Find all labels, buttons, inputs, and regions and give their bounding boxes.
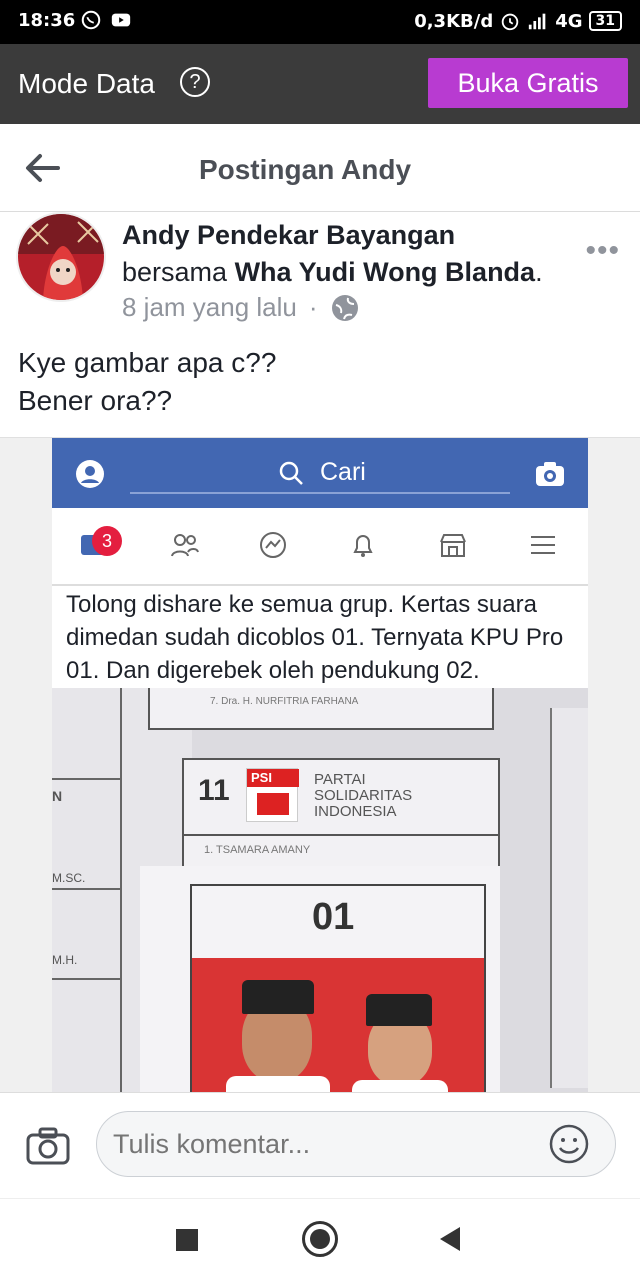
avatar[interactable] <box>16 212 106 302</box>
status-bar: 18:36 0,3KB/d 4G 31 <box>0 0 640 44</box>
comment-input[interactable] <box>96 1111 616 1177</box>
data-mode-bar: Mode Data ? Buka Gratis <box>0 44 640 124</box>
party-name-line: SOLIDARITAS <box>314 787 413 804</box>
globe-icon <box>331 294 358 321</box>
pair-number: 01 <box>312 896 355 938</box>
screenshot-post-text: Tolong dishare ke semua grup. Kertas sua… <box>66 591 564 684</box>
camera-icon <box>536 462 564 486</box>
psi-logo: PSI <box>246 768 299 822</box>
friends-icon <box>171 534 199 557</box>
data-mode-title: Mode Data <box>18 68 155 99</box>
ballot-top-small-print: 7. Dra. H. NURFITRIA FARHANA <box>210 696 359 707</box>
avatar-image <box>18 214 104 300</box>
post-time[interactable]: 8 jam yang lalu <box>122 292 297 323</box>
post-with-line: bersama Wha Yudi Wong Blanda. <box>122 257 543 288</box>
messenger-icon <box>260 532 286 558</box>
post-image[interactable]: Cari 3 Tolong dishare ke semua grup. Ker… <box>0 437 640 1093</box>
screenshot-nav-bar: 3 <box>52 508 588 586</box>
ballot-photo: N M.SC. M.H. 7. Dra. H. NURFITRIA FARHAN… <box>52 688 588 1093</box>
emoji-icon[interactable] <box>548 1123 590 1165</box>
party-number: 11 <box>198 774 230 807</box>
candidate-name: 1. TSAMARA AMANY <box>204 844 311 856</box>
alarm-icon <box>501 13 519 31</box>
post-text: Kye gambar apa c?? Bener ora?? <box>18 344 276 420</box>
network-type: 4G <box>555 10 583 32</box>
page-header: Postingan Andy <box>0 124 640 212</box>
search-icon <box>279 461 303 485</box>
party-name-line: INDONESIA <box>314 803 397 820</box>
back-icon[interactable] <box>440 1227 460 1251</box>
open-free-button[interactable]: Buka Gratis <box>428 58 628 108</box>
battery-indicator: 31 <box>588 11 622 31</box>
peci-cap <box>366 994 432 1026</box>
screenshot-top-bar: Cari <box>52 438 588 508</box>
ballot-top-card: 7. Dra. H. NURFITRIA FARHANA <box>148 688 494 730</box>
user-icon <box>76 460 104 488</box>
camera-icon[interactable] <box>26 1127 70 1165</box>
network-speed: 0,3KB/d <box>414 10 494 32</box>
psi-ballot-card: 11 PSI PARTAI SOLIDARITAS INDONESIA 1. T… <box>182 758 500 874</box>
search-underline <box>130 492 510 494</box>
tagged-suffix: . <box>535 257 543 287</box>
party-name-line: PARTAI <box>314 771 366 788</box>
with-prefix: bersama <box>122 257 228 287</box>
page-title: Postingan Andy <box>198 154 412 185</box>
signal-icon <box>529 13 546 30</box>
system-nav-bar <box>0 1198 640 1280</box>
presidential-ballot: 01 <box>140 866 500 1093</box>
screenshot-search-placeholder: Cari <box>320 458 366 486</box>
shared-screenshot: Cari 3 Tolong dishare ke semua grup. Ker… <box>52 438 588 1093</box>
home-icon[interactable] <box>302 1221 338 1257</box>
recent-apps-icon[interactable] <box>176 1229 198 1251</box>
menu-icon <box>531 536 555 554</box>
peci-cap <box>242 980 314 1014</box>
marketplace-icon <box>440 534 466 557</box>
psi-logo-text: PSI <box>251 770 272 785</box>
help-icon[interactable]: ? <box>180 67 210 97</box>
comment-bar <box>0 1092 640 1198</box>
status-time: 18:36 <box>18 10 76 31</box>
post-header: Andy Pendekar Bayangan bersama Wha Yudi … <box>0 212 640 332</box>
more-options-icon[interactable]: ••• <box>585 234 620 268</box>
time-separator: · <box>308 292 318 322</box>
post-timestamp-row: 8 jam yang lalu · <box>122 292 360 323</box>
bell-icon <box>353 535 373 557</box>
post-text-line: Bener ora?? <box>18 385 173 416</box>
post-author[interactable]: Andy Pendekar Bayangan <box>122 220 455 251</box>
post-text-line: Kye gambar apa c?? <box>18 347 277 378</box>
tagged-user[interactable]: Wha Yudi Wong Blanda <box>235 257 536 287</box>
notification-badge: 3 <box>92 526 122 556</box>
candidate-photo-panel <box>192 958 484 1093</box>
whatsapp-icon <box>81 10 101 30</box>
youtube-icon <box>111 13 131 27</box>
